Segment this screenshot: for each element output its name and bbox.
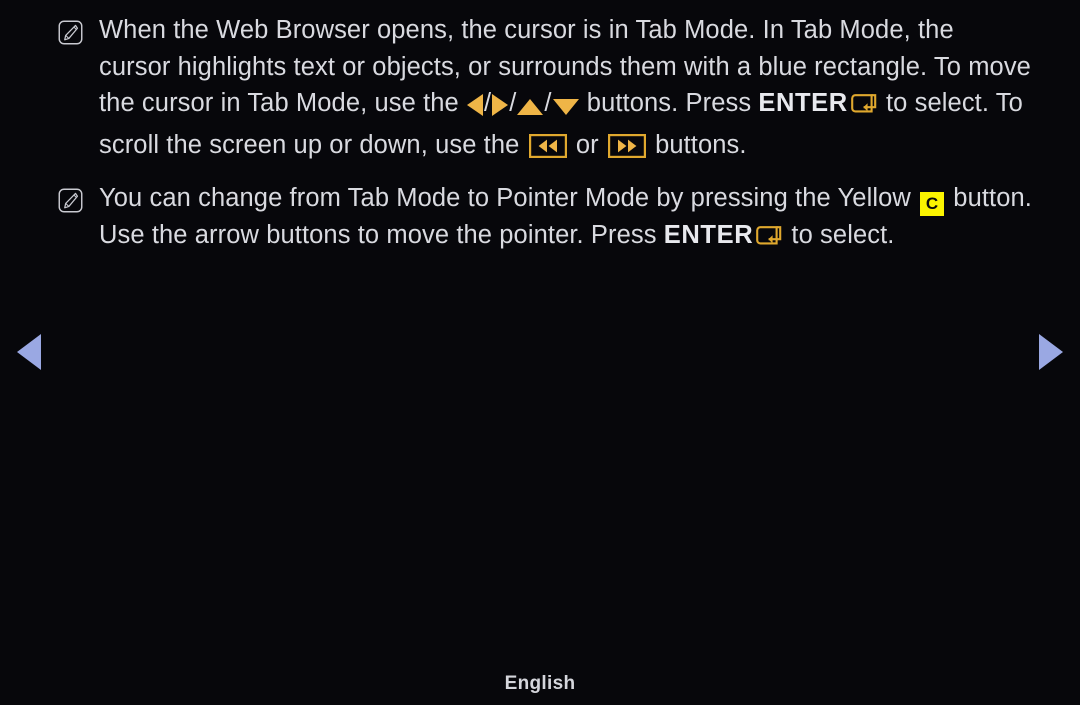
separator-slash: / (484, 89, 492, 117)
note-item: When the Web Browser opens, the cursor i… (58, 12, 1032, 168)
enter-key-icon (850, 90, 879, 127)
fast-forward-icon (607, 132, 646, 169)
enter-key-label: ENTER (758, 89, 848, 117)
rewind-icon (528, 132, 567, 169)
separator-slash: / (544, 89, 552, 117)
color-button-c-icon: C (920, 192, 945, 216)
next-page-button[interactable] (1039, 334, 1063, 370)
note-item: You can change from Tab Mode to Pointer … (58, 180, 1032, 258)
note-text-segment: buttons. Press (586, 89, 752, 117)
enter-key-label: ENTER (663, 220, 754, 249)
note-pen-icon (58, 20, 83, 45)
separator-slash: / (509, 89, 517, 117)
note-text-segment: to select. (791, 220, 895, 249)
enter-key-icon (756, 222, 784, 259)
note-text-segment: You can change from Tab Mode to Pointer … (99, 184, 911, 212)
arrow-left-icon (466, 94, 484, 116)
note-text-segment: or (575, 130, 599, 159)
arrow-right-icon (491, 94, 509, 116)
content-area: When the Web Browser opens, the cursor i… (0, 0, 1080, 270)
previous-page-button[interactable] (17, 334, 41, 370)
arrow-down-icon (552, 99, 580, 115)
emanual-screen: When the Web Browser opens, the cursor i… (0, 0, 1080, 705)
language-indicator: English (504, 673, 576, 694)
arrow-up-icon (516, 99, 544, 115)
note-text-segment: buttons. (655, 130, 747, 159)
note-pen-icon (58, 188, 83, 213)
